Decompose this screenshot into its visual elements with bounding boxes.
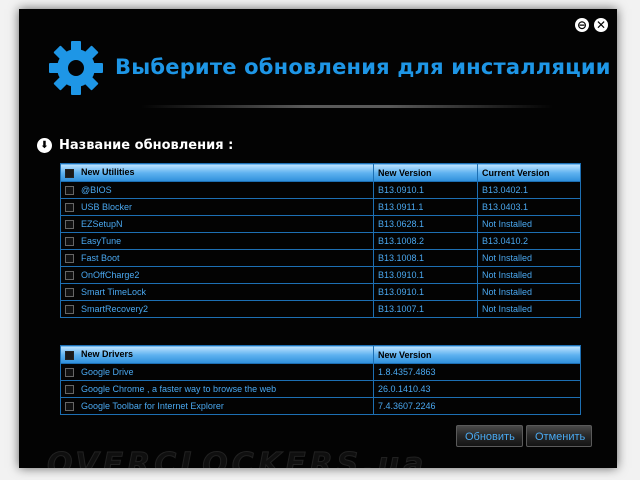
table-row[interactable]: USB Blocker B13.0911.1 B13.0403.1 [60,198,581,216]
driver-checkbox[interactable] [65,385,74,395]
new-version-cell: B13.0910.1 [373,181,478,199]
select-all-drivers-checkbox[interactable] [65,350,74,360]
column-header-current-version: Current Version [477,163,581,182]
minimize-icon[interactable]: ⊖ [575,18,589,32]
table-row[interactable]: Smart TimeLock B13.0910.1 Not Installed [60,283,581,301]
utility-checkbox[interactable] [65,254,74,264]
table-row[interactable]: EasyTune B13.1008.2 B13.0410.2 [60,232,581,250]
current-version-cell: B13.0410.2 [477,232,581,250]
utility-checkbox[interactable] [65,220,74,230]
utility-name-cell: Smart TimeLock [60,283,374,301]
new-version-cell: B13.0628.1 [373,215,478,233]
new-version-cell: 1.8.4357.4863 [373,363,581,381]
utility-checkbox[interactable] [65,271,74,281]
utility-name: EZSetupN [81,218,123,229]
utility-name-cell: USB Blocker [60,198,374,216]
cancel-button[interactable]: Отменить [526,425,592,447]
utility-name-cell: Fast Boot [60,249,374,267]
gear-icon [49,41,103,95]
table-row[interactable]: SmartRecovery2 B13.1007.1 Not Installed [60,300,581,318]
update-button[interactable]: Обновить [456,425,523,447]
current-version-cell: B13.0402.1 [477,181,581,199]
new-version-cell: B13.0911.1 [373,198,478,216]
new-version-cell: 7.4.3607.2246 [373,397,581,415]
current-version-cell: Not Installed [477,215,581,233]
title-divider [141,105,553,108]
utility-name: @BIOS [81,184,112,195]
driver-checkbox[interactable] [65,368,74,378]
utility-checkbox[interactable] [65,203,74,213]
driver-name-cell: Google Chrome , a faster way to browse t… [60,380,374,398]
driver-name: Google Chrome , a faster way to browse t… [81,383,277,394]
watermark: OVERCLOCKERS.ua [46,447,428,469]
utility-name-cell: EasyTune [60,232,374,250]
current-version-cell: Not Installed [477,249,581,267]
new-version-cell: 26.0.1410.43 [373,380,581,398]
new-version-cell: B13.1008.2 [373,232,478,250]
utility-name: Fast Boot [81,252,120,263]
utility-name: OnOffCharge2 [81,269,140,280]
table-row[interactable]: Google Drive 1.8.4357.4863 [60,363,581,381]
drivers-table: New Drivers New Version Google Drive 1.8… [60,345,581,415]
utility-name-cell: @BIOS [60,181,374,199]
table-row[interactable]: Google Toolbar for Internet Explorer 7.4… [60,397,581,415]
table-row[interactable]: @BIOS B13.0910.1 B13.0402.1 [60,181,581,199]
utility-checkbox[interactable] [65,237,74,247]
section-label: Название обновления : [59,138,234,153]
column-header-new-version: New Version [373,345,581,364]
utility-checkbox[interactable] [65,288,74,298]
utility-name: SmartRecovery2 [81,303,149,314]
download-icon: ⬇ [37,138,52,153]
new-version-cell: B13.1007.1 [373,300,478,318]
new-version-cell: B13.1008.1 [373,249,478,267]
column-header-label: New Utilities [81,167,135,178]
table-row[interactable]: Fast Boot B13.1008.1 Not Installed [60,249,581,267]
utility-name: USB Blocker [81,201,133,212]
new-version-cell: B13.0910.1 [373,283,478,301]
new-version-cell: B13.0910.1 [373,266,478,284]
current-version-cell: B13.0403.1 [477,198,581,216]
current-version-cell: Not Installed [477,283,581,301]
column-header-new-drivers: New Drivers [60,345,374,364]
utilities-table: New Utilities New Version Current Versio… [60,163,581,318]
update-dialog: ⊖ ✕ Выберите обновления для инсталляции … [19,9,617,468]
drivers-scroll-area[interactable]: New Drivers New Version Google Drive 1.8… [19,345,617,415]
table-header-row: New Utilities New Version Current Versio… [60,163,581,182]
column-header-label: New Drivers [81,349,134,360]
table-row[interactable]: EZSetupN B13.0628.1 Not Installed [60,215,581,233]
page-title: Выберите обновления для инсталляции [115,55,611,79]
driver-name-cell: Google Drive [60,363,374,381]
utility-name: EasyTune [81,235,122,246]
table-row[interactable]: Google Chrome , a faster way to browse t… [60,380,581,398]
utility-name-cell: SmartRecovery2 [60,300,374,318]
close-icon[interactable]: ✕ [594,18,608,32]
column-header-new-utilities: New Utilities [60,163,374,182]
utility-checkbox[interactable] [65,186,74,196]
select-all-utilities-checkbox[interactable] [65,168,74,178]
driver-name-cell: Google Toolbar for Internet Explorer [60,397,374,415]
utility-checkbox[interactable] [65,305,74,315]
utility-name-cell: EZSetupN [60,215,374,233]
driver-name: Google Toolbar for Internet Explorer [81,400,224,411]
driver-checkbox[interactable] [65,402,74,412]
table-row[interactable]: OnOffCharge2 B13.0910.1 Not Installed [60,266,581,284]
utility-name-cell: OnOffCharge2 [60,266,374,284]
driver-name: Google Drive [81,366,134,377]
column-header-new-version: New Version [373,163,478,182]
current-version-cell: Not Installed [477,300,581,318]
current-version-cell: Not Installed [477,266,581,284]
utility-name: Smart TimeLock [81,286,147,297]
table-header-row: New Drivers New Version [60,345,581,364]
